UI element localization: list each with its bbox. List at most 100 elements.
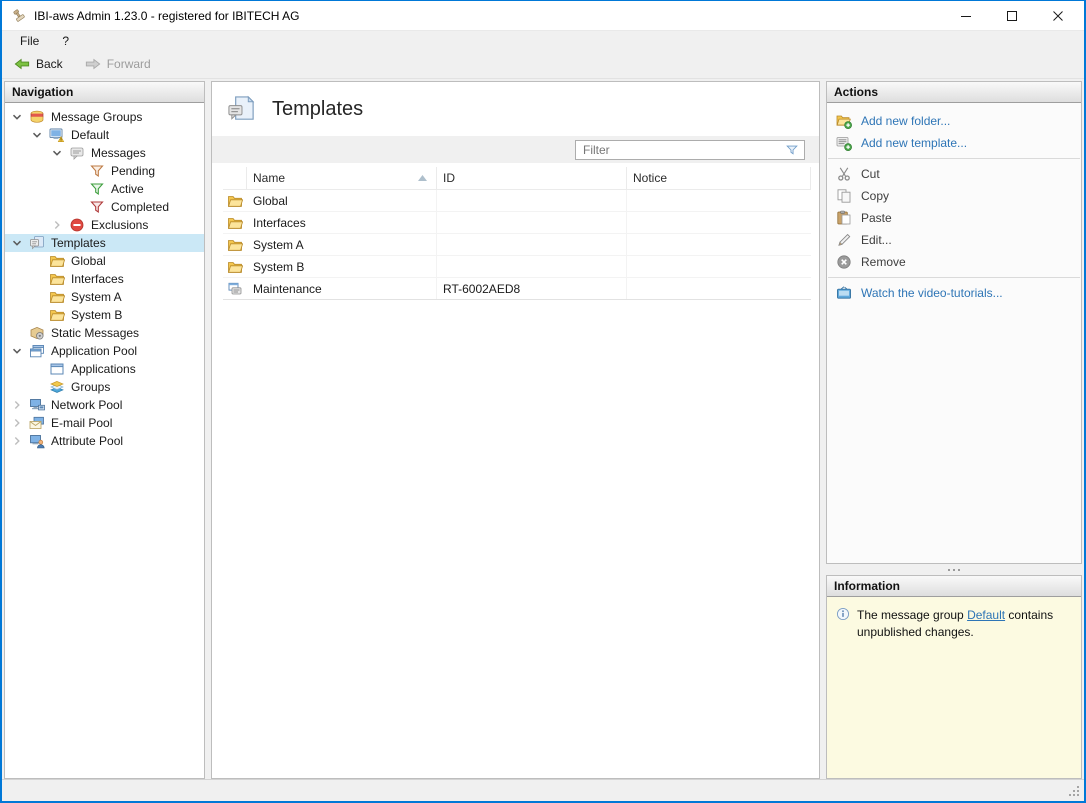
chevron-down-icon[interactable] — [9, 343, 25, 359]
tree-item-label: Templates — [51, 236, 106, 250]
tree-item-attribute-pool[interactable]: Attribute Pool — [5, 432, 204, 450]
tree-item-messages[interactable]: Messages — [5, 144, 204, 162]
action-remove[interactable]: Remove — [827, 251, 1081, 273]
tree-item-label: System B — [71, 308, 122, 322]
folder-icon — [227, 237, 243, 253]
action-edit[interactable]: Edit... — [827, 229, 1081, 251]
tree-item-active[interactable]: Active — [5, 180, 204, 198]
forward-arrow-icon — [85, 56, 101, 72]
action-label: Paste — [861, 211, 892, 225]
tree-item-label: Application Pool — [51, 344, 137, 358]
tree-item-label: Static Messages — [51, 326, 139, 340]
chevron-down-icon[interactable] — [9, 109, 25, 125]
folder-icon — [227, 259, 243, 275]
tree-item-label: Groups — [71, 380, 110, 394]
chevron-right-icon[interactable] — [49, 217, 65, 233]
chevron-down-icon[interactable] — [49, 145, 65, 161]
folder-icon — [49, 307, 65, 323]
filter-box — [575, 140, 805, 160]
action-add-new-folder[interactable]: Add new folder... — [827, 110, 1081, 132]
tree-item-label: Exclusions — [91, 218, 148, 232]
templates-table: Name ID Notice GlobalInterfacesSystem AS… — [223, 167, 811, 300]
tree-item-exclusions[interactable]: Exclusions — [5, 216, 204, 234]
tree-item-system-b[interactable]: System B — [5, 306, 204, 324]
resize-grip-icon[interactable] — [1068, 785, 1081, 798]
message-group-warning-icon — [49, 127, 65, 143]
tree-item-pending[interactable]: Pending — [5, 162, 204, 180]
tree-item-interfaces[interactable]: Interfaces — [5, 270, 204, 288]
folder-icon — [49, 271, 65, 287]
information-body: The message group Default contains unpub… — [827, 597, 1081, 778]
navigation-tree: Message GroupsDefaultMessagesPendingActi… — [5, 103, 204, 778]
back-button[interactable]: Back — [11, 54, 66, 74]
menu-help[interactable]: ? — [60, 33, 71, 49]
remove-icon — [836, 254, 852, 270]
exclusions-icon — [69, 217, 85, 233]
info-icon — [836, 607, 850, 621]
tree-item-label: Attribute Pool — [51, 434, 123, 448]
tree-item-label: Global — [71, 254, 106, 268]
table-row-interfaces[interactable]: Interfaces — [223, 212, 811, 234]
column-header-name[interactable]: Name — [247, 167, 437, 190]
folder-icon — [49, 289, 65, 305]
tree-item-static-messages[interactable]: Static Messages — [5, 324, 204, 342]
templates-page-icon — [226, 94, 257, 125]
minimize-button[interactable] — [946, 1, 992, 30]
table-row-system-a[interactable]: System A — [223, 234, 811, 256]
panel-splitter[interactable] — [826, 564, 1082, 575]
tree-item-message-groups[interactable]: Message Groups — [5, 108, 204, 126]
tree-item-e-mail-pool[interactable]: E-mail Pool — [5, 414, 204, 432]
tree-item-application-pool[interactable]: Application Pool — [5, 342, 204, 360]
table-row-system-b[interactable]: System B — [223, 256, 811, 278]
chevron-right-icon[interactable] — [9, 397, 25, 413]
default-group-link[interactable]: Default — [967, 608, 1005, 622]
attribute-pool-icon — [29, 433, 45, 449]
templates-icon — [29, 235, 45, 251]
tree-item-network-pool[interactable]: Network Pool — [5, 396, 204, 414]
tree-item-applications[interactable]: Applications — [5, 360, 204, 378]
template-icon — [227, 281, 243, 297]
action-copy[interactable]: Copy — [827, 185, 1081, 207]
title-bar: IBI-aws Admin 1.23.0 - registered for IB… — [2, 1, 1084, 31]
chevron-right-icon[interactable] — [9, 415, 25, 431]
cell-id — [437, 212, 627, 233]
table-header-row: Name ID Notice — [223, 167, 811, 190]
cell-name: Maintenance — [247, 278, 437, 299]
chevron-right-icon[interactable] — [9, 433, 25, 449]
column-header-id[interactable]: ID — [437, 167, 627, 190]
page-title: Templates — [272, 98, 363, 121]
filter-pending-icon — [89, 163, 105, 179]
chevron-down-icon[interactable] — [29, 127, 45, 143]
action-cut[interactable]: Cut — [827, 163, 1081, 185]
tree-item-global[interactable]: Global — [5, 252, 204, 270]
tree-item-templates[interactable]: Templates — [5, 234, 204, 252]
toolbar: Back Forward — [2, 50, 1084, 79]
tree-item-groups[interactable]: Groups — [5, 378, 204, 396]
cell-id — [437, 190, 627, 211]
minimize-icon — [959, 9, 973, 23]
maximize-button[interactable] — [992, 1, 1038, 30]
funnel-icon[interactable] — [785, 143, 799, 157]
menu-file[interactable]: File — [18, 33, 41, 49]
tree-item-system-a[interactable]: System A — [5, 288, 204, 306]
action-paste[interactable]: Paste — [827, 207, 1081, 229]
chevron-spacer — [69, 181, 85, 197]
column-header-notice[interactable]: Notice — [627, 167, 811, 190]
filter-input[interactable] — [578, 142, 785, 158]
close-button[interactable] — [1038, 1, 1084, 30]
column-label-notice: Notice — [633, 171, 667, 185]
action-watch-the-video-tutorials[interactable]: Watch the video-tutorials... — [827, 282, 1081, 304]
action-add-new-template[interactable]: Add new template... — [827, 132, 1081, 154]
actions-divider — [828, 277, 1080, 278]
forward-button[interactable]: Forward — [82, 54, 154, 74]
chevron-down-icon[interactable] — [9, 235, 25, 251]
folder-icon — [49, 253, 65, 269]
table-row-global[interactable]: Global — [223, 190, 811, 212]
tree-item-completed[interactable]: Completed — [5, 198, 204, 216]
cell-name: Interfaces — [247, 212, 437, 233]
close-icon — [1051, 9, 1065, 23]
tree-item-default[interactable]: Default — [5, 126, 204, 144]
app-logo-icon — [11, 8, 27, 24]
info-text-before: The message group — [857, 608, 967, 622]
table-row-maintenance[interactable]: MaintenanceRT-6002AED8 — [223, 278, 811, 300]
